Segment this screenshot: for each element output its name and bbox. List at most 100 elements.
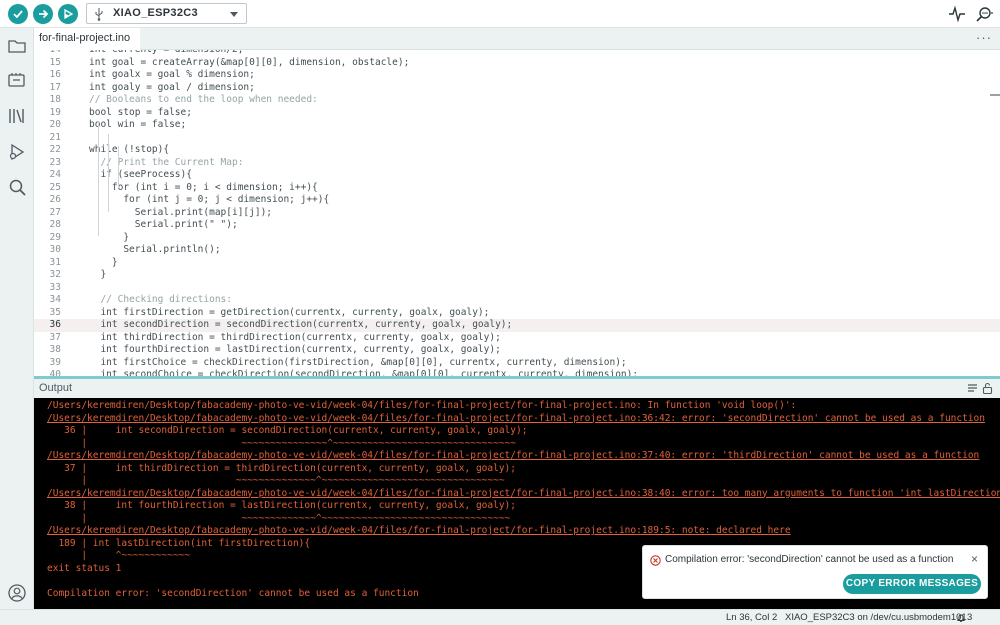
- line-number: 28: [49, 219, 61, 230]
- toolbar: XIAO_ESP32C3: [0, 0, 1000, 28]
- code-line[interactable]: 16 int goalx = goal % dimension;: [34, 69, 1000, 82]
- code-text: bool stop = false;: [89, 106, 192, 118]
- serial-monitor-button[interactable]: [974, 5, 994, 23]
- line-number: 18: [49, 94, 61, 105]
- debug-button[interactable]: [58, 4, 78, 24]
- line-number: 36: [49, 319, 61, 330]
- code-text: }: [89, 256, 118, 268]
- line-number: 39: [49, 356, 61, 368]
- lock-icon[interactable]: [982, 382, 993, 394]
- scroll-marker[interactable]: [990, 94, 1000, 96]
- upload-button[interactable]: [33, 4, 53, 24]
- code-line[interactable]: 18 // Booleans to end the loop when neede…: [34, 94, 1000, 107]
- code-text: int firstDirection = getDirection(curren…: [89, 306, 490, 318]
- library-icon[interactable]: [7, 106, 27, 126]
- folder-icon[interactable]: [7, 36, 27, 56]
- code-text: int goal = createArray(&map[0][0], dimen…: [89, 56, 410, 68]
- notification-count[interactable]: 3: [967, 612, 972, 623]
- code-line[interactable]: 15 int goal = createArray(&map[0][0], dim…: [34, 57, 1000, 70]
- code-line[interactable]: 23 // Print the Current Map:: [34, 157, 1000, 170]
- code-line[interactable]: 39 int firstChoice = checkDirection(firs…: [34, 357, 1000, 370]
- copy-error-messages-button[interactable]: COPY ERROR MESSAGES: [843, 574, 981, 594]
- search-icon[interactable]: [7, 178, 27, 198]
- code-line[interactable]: 35 int firstDirection = getDirection(cur…: [34, 307, 1000, 320]
- arrow-right-icon: [39, 9, 49, 19]
- code-line[interactable]: 32 }: [34, 269, 1000, 282]
- bell-icon[interactable]: [956, 613, 966, 623]
- code-line[interactable]: 37 int thirdDirection = thirdDirection(c…: [34, 332, 1000, 345]
- code-editor[interactable]: 14int currenty = dimension/2;15int goal …: [34, 50, 1000, 376]
- line-number: 40: [49, 369, 61, 376]
- debug-run-icon[interactable]: [7, 142, 27, 162]
- clear-output-icon[interactable]: [967, 383, 978, 394]
- code-line[interactable]: 20 bool win = false;: [34, 119, 1000, 132]
- output-line[interactable]: /Users/keremdiren/Desktop/fabacademy-pho…: [47, 450, 979, 463]
- code-text: int thirdDirection = thirdDirection(curr…: [89, 331, 501, 343]
- code-line[interactable]: 29 }: [34, 232, 1000, 245]
- debug-icon: [64, 8, 74, 20]
- code-text: // Booleans to end the loop when needed:: [89, 94, 318, 105]
- code-line[interactable]: 19 bool stop = false;: [34, 107, 1000, 120]
- error-notification: Compilation error: 'secondDirection' can…: [642, 545, 988, 599]
- code-text: bool win = false;: [89, 119, 187, 130]
- line-number: 33: [49, 281, 61, 293]
- code-line[interactable]: 31 }: [34, 257, 1000, 270]
- code-text: Serial.print(" ");: [89, 219, 238, 230]
- code-text: for (int i = 0; i < dimension; i++){: [89, 181, 318, 193]
- code-line[interactable]: 38 int fourthDirection = lastDirection(c…: [34, 344, 1000, 357]
- code-line[interactable]: 25 for (int i = 0; i < dimension; i++){: [34, 182, 1000, 195]
- output-line: | ~~~~~~~~~~~~~^~~~~~~~~~~~~~~~~~~~~~~~~…: [47, 512, 511, 524]
- code-line[interactable]: 21: [34, 132, 1000, 145]
- code-line[interactable]: 30 Serial.println();: [34, 244, 1000, 257]
- code-text: if (seeProcess){: [89, 169, 192, 180]
- board-manager-icon[interactable]: [7, 70, 27, 90]
- code-text: int secondDirection = secondDirection(cu…: [89, 319, 513, 330]
- cursor-position: Ln 36, Col 2: [726, 612, 778, 623]
- code-text: }: [89, 269, 107, 280]
- code-line[interactable]: 22 while (!stop){: [34, 144, 1000, 157]
- line-number: 16: [49, 69, 61, 80]
- line-number: 37: [49, 331, 61, 343]
- code-line[interactable]: 17 int goaly = goal / dimension;: [34, 82, 1000, 95]
- line-number: 35: [49, 306, 61, 318]
- code-line[interactable]: 27 Serial.print(map[i][j]);: [34, 207, 1000, 220]
- line-number: 32: [49, 269, 61, 280]
- activity-bar: [0, 28, 34, 609]
- output-line: /Users/keremdiren/Desktop/fabacademy-pho…: [47, 400, 797, 411]
- output-line: | ~~~~~~~~~~~~~~~^~~~~~~~~~~~~~~~~~~~~~~…: [47, 437, 516, 449]
- code-line[interactable]: 36 int secondDirection = secondDirection…: [34, 319, 1000, 332]
- code-text: int fourthDirection = lastDirection(curr…: [89, 344, 501, 355]
- code-line[interactable]: 40 int secondChoice = checkDirection(sec…: [34, 369, 1000, 376]
- line-number: 24: [49, 169, 61, 180]
- output-line: Compilation error: 'secondDirection' can…: [47, 587, 419, 599]
- close-icon[interactable]: ×: [971, 552, 978, 566]
- code-text: // Checking directions:: [89, 294, 232, 305]
- line-number: 17: [49, 81, 61, 93]
- check-icon: [13, 10, 23, 19]
- line-number: 38: [49, 344, 61, 355]
- output-line[interactable]: /Users/keremdiren/Desktop/fabacademy-pho…: [47, 413, 985, 426]
- output-line: 37 | int thirdDirection = thirdDirection…: [47, 462, 516, 474]
- board-selector[interactable]: XIAO_ESP32C3: [86, 3, 247, 24]
- chevron-down-icon: [230, 12, 238, 17]
- account-icon[interactable]: [7, 583, 27, 603]
- output-line[interactable]: /Users/keremdiren/Desktop/fabacademy-pho…: [47, 488, 1000, 501]
- output-line: | ~~~~~~~~~~~~~~^~~~~~~~~~~~~~~~~~~~~~~~…: [47, 475, 505, 486]
- output-line: 189 | int lastDirection(int firstDirecti…: [47, 537, 311, 549]
- code-line[interactable]: 28 Serial.print(" ");: [34, 219, 1000, 232]
- code-line[interactable]: 34 // Checking directions:: [34, 294, 1000, 307]
- verify-button[interactable]: [8, 4, 28, 24]
- code-text: int secondChoice = checkDirection(second…: [89, 369, 639, 376]
- output-line: 36 | int secondDirection = secondDirecti…: [47, 425, 528, 436]
- more-icon[interactable]: ···: [976, 30, 992, 45]
- output-line[interactable]: /Users/keremdiren/Desktop/fabacademy-pho…: [47, 525, 791, 538]
- status-bar: Ln 36, Col 2 XIAO_ESP32C3 on /dev/cu.usb…: [0, 609, 1000, 625]
- code-line[interactable]: 33: [34, 282, 1000, 295]
- code-line[interactable]: 24 if (seeProcess){: [34, 169, 1000, 182]
- line-number: 30: [49, 244, 61, 255]
- board-port[interactable]: XIAO_ESP32C3 on /dev/cu.usbmodem101: [785, 612, 967, 623]
- serial-plotter-button[interactable]: [948, 5, 966, 23]
- line-number: 29: [49, 231, 61, 243]
- tab-for-final-project[interactable]: for-final-project.ino: [34, 28, 141, 50]
- code-line[interactable]: 26 for (int j = 0; j < dimension; j++){: [34, 194, 1000, 207]
